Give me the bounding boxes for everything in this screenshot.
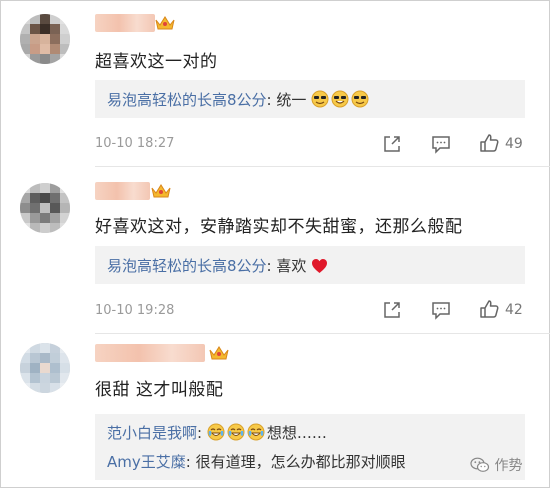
thumbs-up-icon[interactable]: [478, 132, 500, 154]
vip-crown-icon: [209, 346, 229, 360]
reply-separator: :: [197, 424, 203, 442]
vip-crown-icon: [151, 184, 171, 198]
comment-text: 好喜欢这对，安静踏实却不失甜蜜，还那么般配: [95, 217, 463, 237]
reply-username[interactable]: 易泡高轻松的长高8公分: [107, 257, 267, 275]
share-icon[interactable]: [381, 133, 403, 155]
comment-text: 超喜欢这一对的: [95, 52, 218, 72]
comment-icon[interactable]: [430, 133, 452, 155]
reply-username[interactable]: Amy王艾糜: [107, 453, 186, 471]
comment-text: 很甜 这才叫般配: [95, 380, 224, 400]
username-blurred[interactable]: [95, 182, 150, 200]
reply-text: 想想……: [266, 424, 327, 442]
avatar[interactable]: [20, 14, 70, 64]
sunglasses-emoji: [311, 90, 329, 108]
like-count: 49: [505, 136, 523, 152]
watermark: 作势: [470, 455, 522, 475]
comment-time: 10-10 18:27: [95, 136, 175, 151]
tears-of-joy-emoji: [227, 423, 245, 441]
comment-time: 10-10 19:28: [95, 303, 175, 318]
reply-box[interactable]: 范小白是我啊: 想想…… Amy王艾糜: 很有道理，怎么办都比那对顺眼: [95, 414, 525, 480]
red-heart-emoji: [312, 259, 328, 273]
reply-username[interactable]: 易泡高轻松的长高8公分: [107, 91, 267, 109]
username-blurred[interactable]: [95, 344, 205, 362]
like-count: 42: [505, 302, 523, 318]
reply-separator: :: [266, 91, 272, 109]
cool-smile-emoji: [331, 90, 349, 108]
share-icon[interactable]: [381, 299, 403, 321]
reply-text: 统一: [276, 91, 307, 109]
reply-separator: :: [185, 453, 191, 471]
divider: [95, 166, 550, 167]
thumbs-up-icon[interactable]: [478, 298, 500, 320]
reply-separator: :: [266, 257, 272, 275]
reply-box[interactable]: 易泡高轻松的长高8公分: 喜欢: [95, 246, 525, 284]
sunglasses-emoji: [351, 90, 369, 108]
wechat-icon: [470, 457, 490, 472]
reply-text: 很有道理，怎么办都比那对顺眼: [195, 453, 406, 471]
tears-of-joy-emoji: [247, 423, 265, 441]
watermark-text: 作势: [494, 458, 523, 474]
username-blurred[interactable]: [95, 14, 155, 32]
comment-icon[interactable]: [430, 299, 452, 321]
vip-crown-icon: [155, 16, 175, 30]
reply-text: 喜欢: [276, 257, 307, 275]
avatar[interactable]: [20, 183, 70, 233]
tears-of-joy-emoji: [207, 423, 225, 441]
avatar[interactable]: [20, 343, 70, 393]
reply-username[interactable]: 范小白是我啊: [107, 424, 197, 442]
divider: [95, 333, 550, 334]
reply-box[interactable]: 易泡高轻松的长高8公分: 统一: [95, 80, 525, 118]
